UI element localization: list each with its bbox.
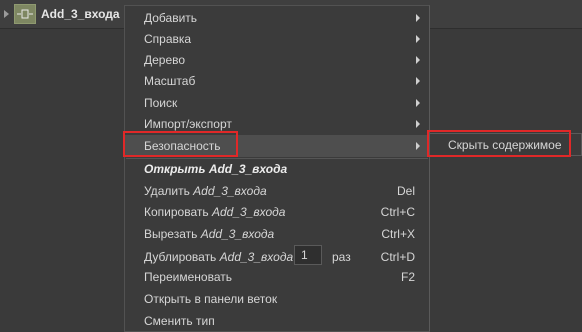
block-node-icon <box>14 4 36 24</box>
submenu-arrow-icon <box>416 56 420 64</box>
menu-item-label: Справка <box>144 32 192 46</box>
submenu-arrow-icon <box>416 120 420 128</box>
menu-item-label: Вырезать Add_3_входа <box>144 227 274 241</box>
expand-arrow-icon[interactable] <box>4 10 9 18</box>
menu-item-search[interactable]: Поиск <box>125 92 429 113</box>
menu-item-label: Масштаб <box>144 74 196 88</box>
menu-item-open[interactable]: Открыть Add_3_входа <box>125 158 429 179</box>
menu-item-label: Открыть в панели веток <box>144 292 278 306</box>
shortcut-label: Ctrl+D <box>380 250 415 264</box>
menu-item-rename[interactable]: Переименовать F2 <box>125 266 429 287</box>
menu-item-label: Добавить <box>144 11 198 25</box>
menu-item-label: Дерево <box>144 53 186 67</box>
object-name: Add_3_входа <box>208 162 288 176</box>
object-name: Add_3_входа <box>193 184 267 198</box>
menu-item-label: Поиск <box>144 96 178 110</box>
tree-node-label[interactable]: Add_3_входа <box>41 7 120 21</box>
shortcut-label: Ctrl+C <box>380 205 415 219</box>
duplicate-label: Дублировать <box>144 250 217 264</box>
object-name: Add_3_входа <box>211 205 286 219</box>
menu-item-label: Копировать Add_3_входа <box>144 205 285 219</box>
delete-label: Удалить <box>144 184 190 198</box>
shortcut-label: Ctrl+X <box>381 227 415 241</box>
cut-label: Вырезать <box>144 227 198 241</box>
object-name: Add_3_входа <box>219 250 294 264</box>
highlight-box-security <box>123 131 238 157</box>
menu-item-change-type[interactable]: Сменить тип <box>125 310 429 331</box>
highlight-box-hide-content <box>427 130 571 157</box>
submenu-arrow-icon <box>416 99 420 107</box>
menu-item-help[interactable]: Справка <box>125 28 429 49</box>
menu-item-copy[interactable]: Копировать Add_3_входа Ctrl+C <box>125 201 429 222</box>
shortcut-label: Del <box>396 184 415 198</box>
menu-item-open-in-branch-panel[interactable]: Открыть в панели веток <box>125 288 429 309</box>
duplicate-count-input[interactable]: 1 <box>294 245 322 265</box>
menu-item-add[interactable]: Добавить <box>125 7 429 28</box>
submenu-arrow-icon <box>416 77 420 85</box>
menu-item-label: Удалить Add_3_входа <box>144 184 267 198</box>
menu-item-zoom[interactable]: Масштаб <box>125 70 429 91</box>
menu-item-delete[interactable]: Удалить Add_3_входа Del <box>125 180 429 201</box>
open-label: Открыть <box>144 162 206 176</box>
menu-item-label: Открыть Add_3_входа <box>144 162 287 176</box>
submenu-arrow-icon <box>416 142 420 150</box>
menu-item-tree[interactable]: Дерево <box>125 49 429 70</box>
submenu-arrow-icon <box>416 14 420 22</box>
menu-item-label: Импорт/экспорт <box>144 117 232 131</box>
menu-item-label: Дублировать Add_3_входа <box>144 250 293 264</box>
submenu-arrow-icon <box>416 35 420 43</box>
menu-item-label: Переименовать <box>144 270 232 284</box>
object-name: Add_3_входа <box>200 227 275 241</box>
menu-item-label: Сменить тип <box>144 314 215 328</box>
copy-label: Копировать <box>144 205 209 219</box>
menu-item-cut[interactable]: Вырезать Add_3_входа Ctrl+X <box>125 223 429 244</box>
duplicate-count-suffix: раз <box>332 250 351 264</box>
shortcut-label: F2 <box>400 270 415 284</box>
context-menu: Добавить Справка Дерево Масштаб Поиск Им… <box>124 5 430 332</box>
